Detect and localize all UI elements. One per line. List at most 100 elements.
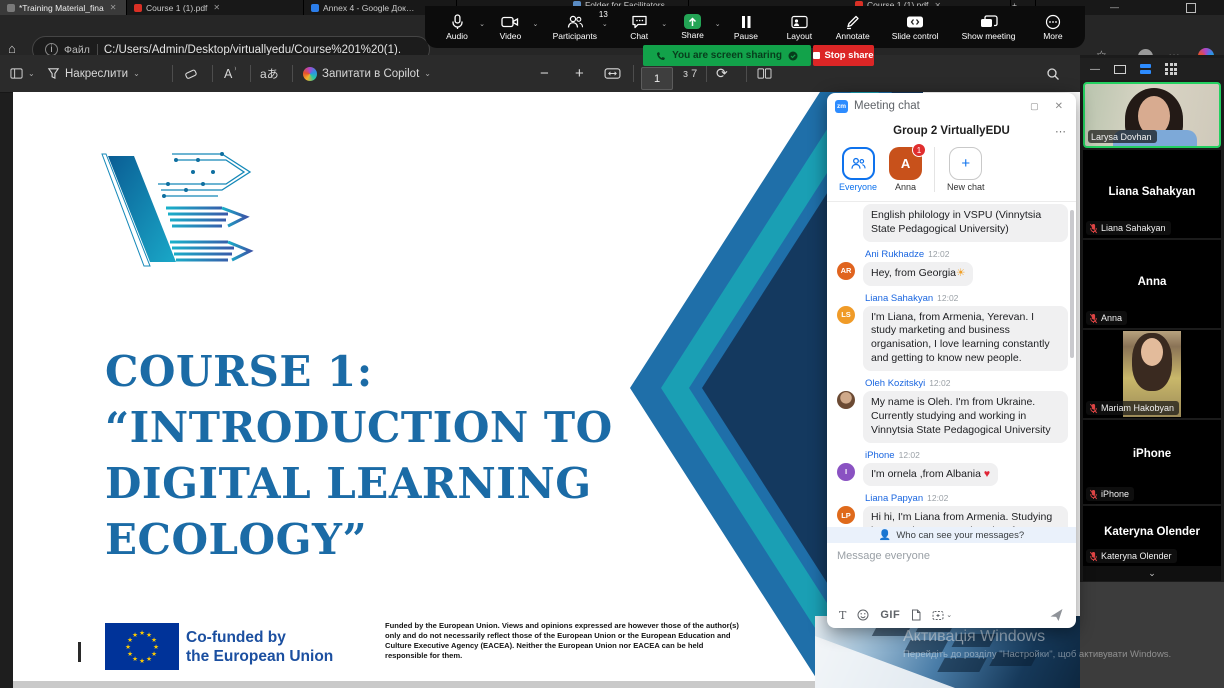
video-tile-kateryna[interactable]: Kateryna Olender Kateryna Olender — [1083, 506, 1221, 566]
participants-button[interactable]: 13 ⌄ Participants — [544, 14, 606, 41]
stop-share-label: Stop share — [824, 50, 873, 61]
microphone-icon — [450, 14, 465, 30]
divider — [633, 65, 634, 82]
screenshot-icon[interactable]: ⌄ — [932, 610, 952, 621]
message-input[interactable]: Message everyone — [827, 543, 1076, 602]
home-icon[interactable]: ⌂ — [8, 41, 16, 56]
video-tile-iphone[interactable]: iPhone iPhone — [1083, 420, 1221, 504]
title-line-3: DIGITAL LEARNING — [105, 456, 665, 512]
title-line-1: COURSE 1: — [105, 344, 665, 400]
ask-copilot-button[interactable]: Запитати в Copilot ⌄ — [303, 55, 431, 92]
pdf-viewer-background — [13, 681, 815, 688]
close-tab-icon[interactable]: ✕ — [213, 3, 220, 12]
chat-compose-toolbar: T GIF ⌄ — [827, 602, 1076, 628]
more-ellipsis-icon — [1045, 14, 1061, 30]
title-line-2: “INTRODUCTION TO — [105, 400, 665, 456]
svg-text:★: ★ — [151, 650, 157, 658]
zoom-in-button[interactable]: + — [575, 55, 584, 92]
video-button[interactable]: ⌄ Video — [490, 14, 530, 41]
slide-control-button[interactable]: Slide control — [886, 14, 944, 41]
gif-icon[interactable]: GIF — [880, 609, 900, 621]
audio-button[interactable]: ⌄ Audio — [437, 14, 477, 41]
collapse-strip-button[interactable]: ⌄ — [1083, 566, 1221, 581]
strip-view-icon[interactable] — [1140, 64, 1151, 74]
gallery-view-icon[interactable] — [1165, 63, 1177, 75]
chat-titlebar[interactable]: zm Meeting chat ▢ ✕ — [827, 93, 1076, 119]
eu-flag: ★★★ ★★★ ★★★ ★★★ — [105, 623, 179, 670]
tab-course1-pdf[interactable]: Course 1 (1).pdf ✕ — [127, 0, 304, 15]
video-tile-liana-sahakyan[interactable]: Liana Sahakyan Liana Sahakyan — [1083, 150, 1221, 238]
windows-activation-watermark: Активація Windows Перейдіть до розділу "… — [903, 628, 1171, 660]
video-tile-larysa[interactable]: Larysa Dovhan — [1083, 82, 1221, 148]
name-tag: iPhone — [1086, 487, 1134, 501]
pause-button[interactable]: Pause — [726, 14, 766, 41]
chevron-down-icon[interactable]: ⌄ — [479, 20, 485, 28]
chevron-down-icon[interactable]: ⌄ — [602, 20, 608, 28]
chat-tab-everyone[interactable]: Everyone — [839, 147, 877, 192]
slide-control-icon — [906, 14, 924, 30]
emoji-icon[interactable] — [857, 609, 869, 621]
name-tag: Kateryna Olender — [1086, 549, 1177, 563]
more-button[interactable]: More — [1033, 14, 1073, 41]
slide-title: COURSE 1: “INTRODUCTION TO DIGITAL LEARN… — [105, 344, 665, 568]
send-icon[interactable] — [1049, 608, 1064, 622]
chat-scrollbar[interactable] — [1070, 210, 1074, 358]
pdf-icon — [134, 4, 142, 12]
minimize-strip-icon[interactable]: — — [1090, 64, 1100, 75]
speaker-view-icon[interactable] — [1114, 65, 1126, 74]
pencil-icon — [845, 14, 860, 30]
svg-text:★: ★ — [127, 650, 133, 658]
window-minimize-button[interactable]: — — [1110, 2, 1119, 12]
chevron-down-icon[interactable]: ⌄ — [533, 20, 539, 28]
eraser-button[interactable] — [184, 55, 198, 92]
chevron-down-icon[interactable]: ⌄ — [715, 20, 721, 28]
chat-tab-new[interactable]: + New chat — [934, 147, 985, 192]
fit-width-button[interactable] — [604, 55, 621, 92]
chat-group-header: Group 2 VirtuallyEDU ⋯ — [827, 119, 1076, 143]
screen: *Training Material_fina ✕ Course 1 (1).p… — [0, 0, 1224, 688]
avatar-photo — [837, 391, 855, 409]
read-aloud-button[interactable]: A⁾ — [224, 55, 236, 92]
divider — [706, 65, 707, 82]
video-tile-anna[interactable]: Anna Anna — [1083, 240, 1221, 328]
chat-tabs: Everyone A 1 Anna + New chat — [827, 143, 1076, 202]
video-tile-mariam[interactable]: Mariam Hakobyan — [1083, 330, 1221, 418]
tab-training-material[interactable]: *Training Material_fina ✕ — [0, 0, 127, 15]
divider — [250, 65, 251, 82]
zoom-out-button[interactable]: − — [540, 55, 549, 92]
share-button[interactable]: ⌄ Share — [673, 14, 713, 40]
mic-muted-icon — [1089, 223, 1098, 234]
draw-tool-button[interactable]: Накреслити ⌄ — [47, 55, 140, 92]
ask-copilot-label: Запитати в Copilot — [322, 68, 419, 80]
search-icon[interactable] — [1046, 55, 1060, 92]
layout-button[interactable]: Layout — [779, 14, 819, 41]
camera-icon — [501, 14, 519, 30]
divider — [212, 65, 213, 82]
format-text-icon[interactable]: T — [839, 609, 846, 622]
chat-messages[interactable]: English philology in VSPU (Vinnytsia Sta… — [827, 202, 1076, 527]
sidebar-toggle-icon[interactable]: ⌄ — [10, 55, 35, 92]
translate-button[interactable]: aあ — [260, 55, 279, 92]
chat-button[interactable]: ⌄ Chat — [619, 14, 659, 41]
wallpaper-key — [937, 658, 986, 672]
address-scheme-label: Файл — [64, 44, 98, 56]
window-restore-button[interactable] — [1186, 3, 1196, 13]
show-meeting-button[interactable]: Show meeting — [958, 14, 1020, 41]
chevron-down-icon: ⌄ — [133, 69, 140, 78]
mic-muted-icon — [1089, 403, 1098, 414]
chat-message: I iPhone12:02 I'm ornela ,from Albania ♥ — [837, 450, 1068, 487]
file-icon[interactable] — [911, 609, 921, 621]
tab-label: Annex 4 - Google Док… — [323, 3, 414, 13]
maximize-icon[interactable]: ▢ — [1025, 101, 1044, 112]
page-number-input[interactable]: 1 — [641, 67, 673, 90]
close-tab-icon[interactable]: ✕ — [110, 3, 117, 12]
group-more-icon[interactable]: ⋯ — [1055, 125, 1066, 138]
close-icon[interactable]: ✕ — [1050, 101, 1068, 112]
tab-label: *Training Material_fina — [19, 3, 104, 13]
chat-tab-anna[interactable]: A 1 Anna — [889, 147, 922, 192]
annotate-button[interactable]: Annotate — [833, 14, 873, 41]
privacy-banner[interactable]: 👤 Who can see your messages? — [827, 527, 1076, 543]
group-icon — [850, 157, 867, 170]
stop-share-button[interactable]: Stop share — [813, 45, 874, 66]
chevron-down-icon[interactable]: ⌄ — [661, 20, 667, 28]
